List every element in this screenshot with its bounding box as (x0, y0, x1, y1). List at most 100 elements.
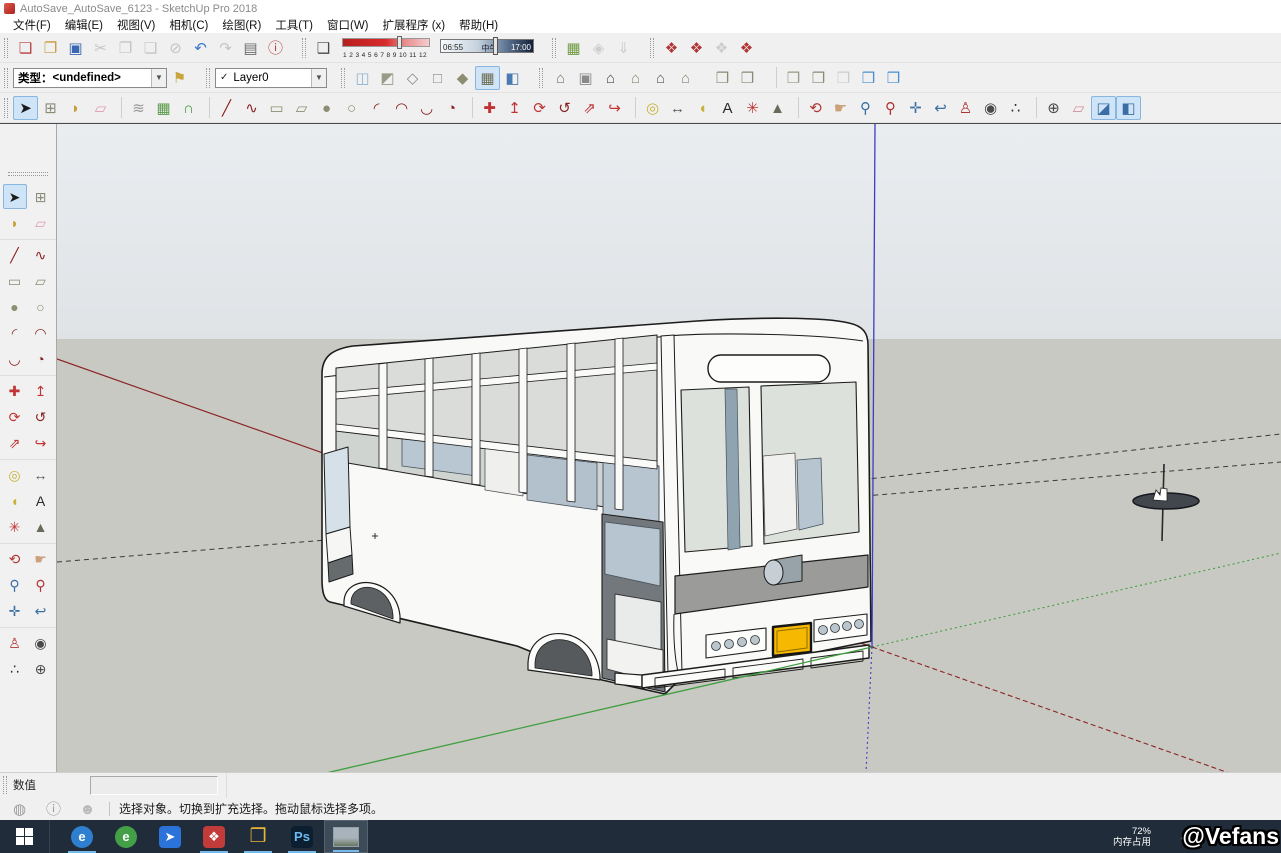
dimension-tool[interactable]: ↔ (665, 96, 690, 120)
toolbar-grip[interactable] (552, 38, 556, 58)
make-component-tool[interactable]: ⊞ (38, 96, 63, 120)
arc-tool[interactable]: ◜ (364, 96, 389, 120)
delete-button[interactable]: ⊘ (163, 36, 188, 60)
text-tool[interactable]: A (29, 488, 53, 513)
rectangle-tool[interactable]: ▭ (3, 268, 27, 293)
eraser-tool[interactable]: ▱ (88, 96, 113, 120)
menu-window[interactable]: 窗口(W) (320, 17, 376, 33)
sandbox-drape-tool[interactable]: ▦ (151, 96, 176, 120)
orbit-tool[interactable]: ⟲ (803, 96, 828, 120)
taskbar-bird-app-icon[interactable]: ➤ (148, 820, 192, 853)
menu-edit[interactable]: 编辑(E) (58, 17, 110, 33)
toggle-terrain-button[interactable]: ◈ (586, 36, 611, 60)
push-pull-tool[interactable]: ↥ (502, 96, 527, 120)
zoom-extents-tool[interactable]: ✛ (903, 96, 928, 120)
chevron-down-icon[interactable]: ▼ (311, 69, 326, 87)
xray-style-button[interactable]: ◫ (350, 66, 375, 90)
pan-tool[interactable]: ☛ (828, 96, 853, 120)
zoom-tool[interactable]: ⚲ (3, 572, 27, 597)
start-button[interactable] (0, 820, 50, 853)
monochrome-style-button[interactable]: ◧ (500, 66, 525, 90)
model-info-button[interactable]: ⓘ (263, 36, 288, 60)
floating-component[interactable] (1133, 464, 1199, 541)
toolbar-grip[interactable] (206, 68, 210, 88)
freehand-tool[interactable]: ∿ (29, 242, 53, 267)
taskbar-360-browser-icon[interactable]: e (104, 820, 148, 853)
new-file-button[interactable]: ❏ (13, 36, 38, 60)
scale-tool[interactable]: ⇗ (577, 96, 602, 120)
menu-help[interactable]: 帮助(H) (452, 17, 505, 33)
memory-usage-badge[interactable]: 72% 内存占用 (1113, 826, 1151, 848)
right-view-button[interactable]: ⌂ (623, 66, 648, 90)
rectangle-tool[interactable]: ▭ (264, 96, 289, 120)
taskbar-sketchup-icon[interactable]: ❖ (192, 820, 236, 853)
print-button[interactable]: ▤ (238, 36, 263, 60)
line-tool[interactable]: ╱ (214, 96, 239, 120)
display-section-fill-button[interactable]: ◧ (1116, 96, 1141, 120)
move-tool[interactable]: ✚ (477, 96, 502, 120)
component-edit-button-7[interactable]: ❒ (881, 66, 906, 90)
taskbar-explorer-icon[interactable]: ❒ (236, 820, 280, 853)
save-button[interactable]: ▣ (63, 36, 88, 60)
toolbar-grip[interactable] (302, 38, 306, 58)
extension-button-1[interactable]: ❖ (659, 36, 684, 60)
paint-bucket-tool[interactable]: ◗ (63, 96, 88, 120)
taskbar-active-window[interactable] (324, 820, 368, 853)
push-pull-tool[interactable]: ↥ (29, 378, 53, 403)
walk-tool[interactable]: ∴ (3, 656, 27, 681)
left-view-button[interactable]: ⌂ (673, 66, 698, 90)
protractor-tool[interactable]: ◖ (3, 488, 27, 513)
select-tool[interactable]: ➤ (3, 184, 27, 209)
offset-tool[interactable]: ↪ (29, 430, 53, 455)
zoom-tool[interactable]: ⚲ (853, 96, 878, 120)
add-location-button[interactable]: ▦ (561, 36, 586, 60)
photo-textures-button[interactable]: ⇓ (611, 36, 636, 60)
select-tool[interactable]: ➤ (13, 96, 38, 120)
toolbar-grip[interactable] (539, 68, 543, 88)
toolbar-grip[interactable] (4, 38, 8, 58)
pie-tool[interactable]: ◔ (29, 346, 53, 371)
zoom-window-tool[interactable]: ⚲ (29, 572, 53, 597)
chevron-down-icon[interactable]: ▼ (151, 69, 166, 87)
circle-tool[interactable]: ● (3, 294, 27, 319)
zoom-extents-tool[interactable]: ✛ (3, 598, 27, 623)
zoom-window-tool[interactable]: ⚲ (878, 96, 903, 120)
shadow-date-handle[interactable] (397, 36, 402, 49)
menu-draw[interactable]: 绘图(R) (215, 17, 268, 33)
menu-view[interactable]: 视图(V) (110, 17, 162, 33)
component-edit-button-2[interactable]: ❒ (735, 66, 760, 90)
look-around-tool[interactable]: ◉ (978, 96, 1003, 120)
status-geolocation-icon[interactable]: ◍ (7, 797, 32, 821)
scale-tool[interactable]: ⇗ (3, 430, 27, 455)
viewport-canvas[interactable] (57, 124, 1281, 772)
move-tool[interactable]: ✚ (3, 378, 27, 403)
section-plane-tool[interactable]: ⊕ (1041, 96, 1066, 120)
position-camera-tool[interactable]: ♙ (3, 630, 27, 655)
axes-tool[interactable]: ✳ (740, 96, 765, 120)
three-point-arc-tool[interactable]: ◡ (414, 96, 439, 120)
position-camera-tool[interactable]: ♙ (953, 96, 978, 120)
pan-tool[interactable]: ☛ (29, 546, 53, 571)
rotate-tool[interactable]: ⟳ (3, 404, 27, 429)
sandbox-smoove-tool[interactable]: ∩ (176, 96, 201, 120)
extension-button-2[interactable]: ❖ (684, 36, 709, 60)
section-plane-tool[interactable]: ⊕ (29, 656, 53, 681)
taskbar-photoshop-icon[interactable]: Ps (280, 820, 324, 853)
component-edit-button-5[interactable]: ❒ (831, 66, 856, 90)
freehand-tool[interactable]: ∿ (239, 96, 264, 120)
copy-button[interactable]: ❐ (113, 36, 138, 60)
display-section-cuts-button[interactable]: ◪ (1091, 96, 1116, 120)
component-edit-button-1[interactable]: ❒ (710, 66, 735, 90)
toolbar-grip[interactable] (4, 98, 8, 118)
three-point-arc-tool[interactable]: ◡ (3, 346, 27, 371)
toolbar-grip[interactable] (4, 68, 8, 88)
follow-me-tool[interactable]: ↺ (552, 96, 577, 120)
axes-tool[interactable]: ✳ (3, 514, 27, 539)
extension-button-4[interactable]: ❖ (734, 36, 759, 60)
menu-extensions[interactable]: 扩展程序 (x) (376, 17, 453, 33)
cut-button[interactable]: ✂ (88, 36, 113, 60)
status-credit-icon[interactable]: ⓘ (41, 797, 66, 821)
toolbar-grip[interactable] (8, 172, 48, 176)
make-component-tool[interactable]: ⊞ (29, 184, 53, 209)
bus-model[interactable] (322, 318, 871, 694)
